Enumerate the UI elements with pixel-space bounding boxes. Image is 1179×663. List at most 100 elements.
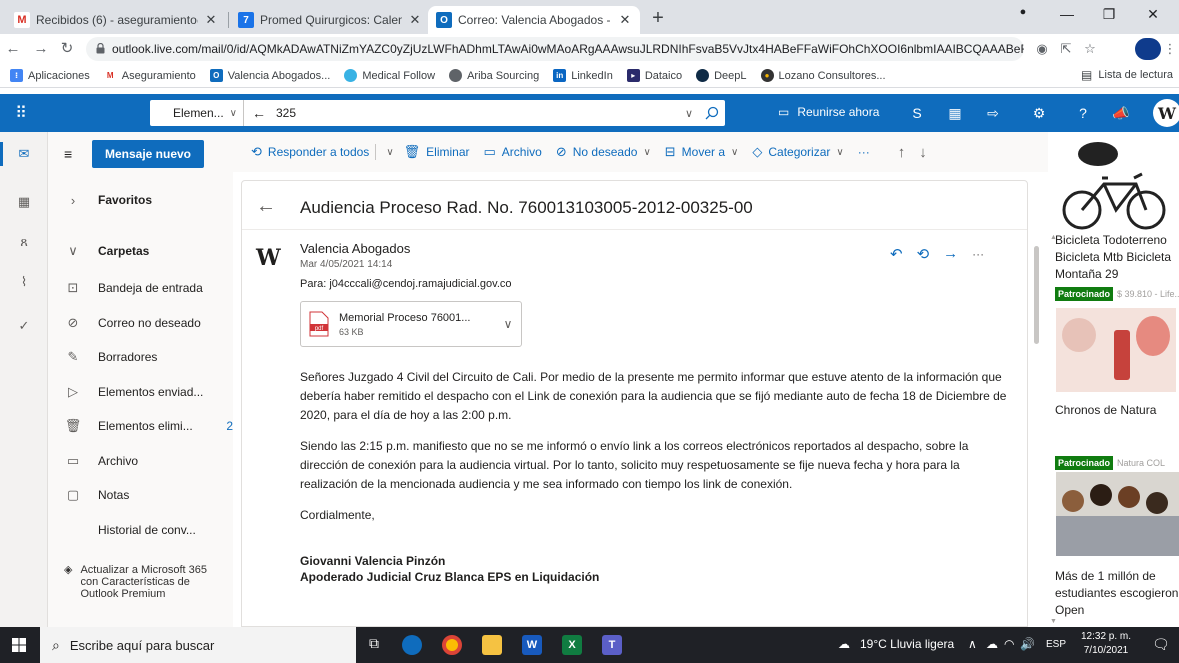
hamburger-menu-icon[interactable]: ≡ [64,146,72,162]
paperclip-icon[interactable]: ⌇ [14,272,34,292]
close-icon[interactable]: ✕ [408,12,422,28]
ad-title[interactable]: Más de 1 millón de estudiantes escogiero… [1055,568,1179,620]
folder-item[interactable]: ▭ Archivo [48,447,233,475]
reply-icon[interactable]: ↶ [890,245,903,263]
more-actions-button[interactable]: ··· [858,145,870,159]
search-scope-dropdown[interactable]: Elemen... ∨ [150,100,244,126]
bookmark-ariba[interactable]: Ariba Sourcing [449,69,539,82]
todo-icon[interactable]: ⇨ [984,104,1002,122]
skype-icon[interactable]: S [908,104,926,122]
mail-icon[interactable]: ✉ [14,144,34,164]
weather-cloud-icon[interactable]: ☁ [838,637,850,651]
next-message-icon[interactable]: ↓ [919,144,927,161]
move-to-button[interactable]: ⊟ Mover a ∨ [665,144,739,160]
archive-button[interactable]: ▭ Archivo [484,144,542,160]
chrome-icon[interactable] [442,635,462,655]
reply-options-dropdown[interactable]: ∨ [386,147,393,158]
forward-icon[interactable]: → [32,41,50,57]
notification-icon[interactable]: 🗨 [1152,636,1170,653]
bookmark-apps[interactable]: ⁝ Aplicaciones [10,69,90,82]
gear-icon[interactable]: ⚙ [1030,104,1048,122]
task-view-icon[interactable]: ⧉ [364,635,384,655]
folder-item[interactable]: ✎ Borradores [48,343,233,371]
edge-icon[interactable] [402,635,422,655]
attachment-card[interactable]: pdf Memorial Proceso 76001... 63 KB ∨ [300,301,522,347]
serum-ad-image[interactable] [1056,308,1176,392]
window-close-icon[interactable]: ✕ [1142,6,1164,23]
wifi-icon[interactable]: ◠ [1004,637,1014,651]
previous-message-icon[interactable]: ↑ [898,144,906,161]
share-icon[interactable]: ⇱ [1058,42,1074,56]
ad-title[interactable]: Bicicleta Todoterreno Bicicleta Mtb Bici… [1055,232,1179,283]
bookmark-aseguramiento[interactable]: M Aseguramiento [103,69,196,82]
chevron-down-icon[interactable]: ∨ [495,317,521,331]
folder-item[interactable]: ▷ Elementos enviad... [48,378,233,406]
cast-icon[interactable]: ◉ [1034,42,1050,56]
students-ad-image[interactable] [1056,472,1179,556]
scroll-up-icon[interactable]: ▲ [1050,234,1058,241]
tab-calendar[interactable]: 7 Promed Quirurgicos: Calendario ✕ [230,6,430,34]
file-explorer-icon[interactable] [482,635,502,655]
app-launcher-icon[interactable]: ⠿ [0,94,42,132]
bookmark-medical-follow[interactable]: Medical Follow [344,69,435,82]
account-avatar[interactable]: W [1153,99,1179,127]
back-icon[interactable]: ← [4,41,22,57]
folder-item[interactable]: 🗑 Elementos elimi... 2 [48,412,233,440]
categorize-button[interactable]: ◇ Categorizar ∨ [752,144,843,160]
forward-icon[interactable]: → [943,245,958,263]
bookmark-dataico[interactable]: ▸ Dataico [626,69,682,82]
speaker-icon[interactable]: 🔊 [1020,637,1035,651]
bicycle-image[interactable] [1058,138,1170,234]
bookmark-deepl[interactable]: DeepL [696,69,747,82]
reply-all-button[interactable]: ⟲ Responder a todos [251,144,369,160]
folder-item[interactable]: ∨ Carpetas [48,237,233,265]
ellipsis-icon[interactable]: ··· [972,245,984,263]
search-options-icon[interactable]: ∨ [679,107,699,120]
teams-icon[interactable]: T [602,635,622,655]
close-icon[interactable]: ✕ [204,12,218,28]
delete-button[interactable]: 🗑 Eliminar [404,144,470,160]
windows-start-icon[interactable] [12,638,26,652]
reading-list[interactable]: ▤ Lista de lectura [1081,68,1173,82]
close-icon[interactable]: ✕ [618,12,632,28]
calendar-icon[interactable]: ▦ [14,192,34,212]
new-message-button[interactable]: Mensaje nuevo [92,140,204,168]
word-icon[interactable]: W [522,635,542,655]
folder-item[interactable]: Historial de conv... [48,516,233,544]
folder-item[interactable]: ⊘ Correo no deseado [48,309,233,337]
excel-icon[interactable]: X [562,635,582,655]
tab-outlook[interactable]: O Correo: Valencia Abogados - Out ✕ [428,6,640,34]
url-field[interactable]: outlook.live.com/mail/0/id/AQMkADAwATNiZ… [86,37,1024,61]
minimize-icon[interactable]: — [1056,6,1078,22]
megaphone-icon[interactable]: 📣 [1112,104,1130,122]
help-icon[interactable]: ? [1074,104,1092,122]
junk-button[interactable]: ⊘ No deseado ∨ [556,144,651,160]
back-arrow-icon[interactable]: ← [256,195,276,218]
checkmark-icon[interactable]: ✓ [14,316,34,336]
restore-icon[interactable]: ❐ [1098,6,1120,23]
taskbar-search[interactable]: ⌕ Escribe aquí para buscar [40,627,356,663]
clock[interactable]: 12:32 p. m. 7/10/2021 [1078,630,1134,658]
bookmark-valencia[interactable]: O Valencia Abogados... [209,69,330,82]
bookmark-star-icon[interactable]: ☆ [1082,42,1098,56]
folder-item[interactable]: › Favoritos [48,186,233,214]
profile-avatar[interactable] [1135,38,1161,60]
upgrade-banner[interactable]: ◈ Actualizar a Microsoft 365 con Caracte… [64,564,224,600]
cloud-icon[interactable]: ☁ [986,637,998,651]
bookmark-lozano[interactable]: ● Lozano Consultores... [760,69,886,82]
tray-chevron-icon[interactable]: ∧ [968,637,977,651]
search-input[interactable]: 325 [276,106,679,120]
language-indicator[interactable]: ESP [1046,639,1066,650]
meet-now-button[interactable]: ▭ Reunirse ahora [778,105,879,119]
folder-item[interactable]: ▢ Notas [48,481,233,509]
sender-name[interactable]: Valencia Abogados [300,241,410,256]
search-box[interactable]: Elemen... ∨ ← 325 ∨ [150,100,725,126]
ad-title[interactable]: Chronos de Natura [1055,402,1156,419]
more-menu-icon[interactable]: ⋮ [1162,42,1178,56]
people-icon[interactable]: ጸ [14,232,34,252]
scroll-down-icon[interactable]: ▼ [1050,618,1058,625]
weather-text[interactable]: 19°C Lluvia ligera [860,637,954,651]
tab-gmail[interactable]: M Recibidos (6) - aseguramiento@p ✕ [6,6,226,34]
back-arrow-icon[interactable]: ← [252,105,268,121]
office-apps-icon[interactable]: ▦ [946,104,964,122]
